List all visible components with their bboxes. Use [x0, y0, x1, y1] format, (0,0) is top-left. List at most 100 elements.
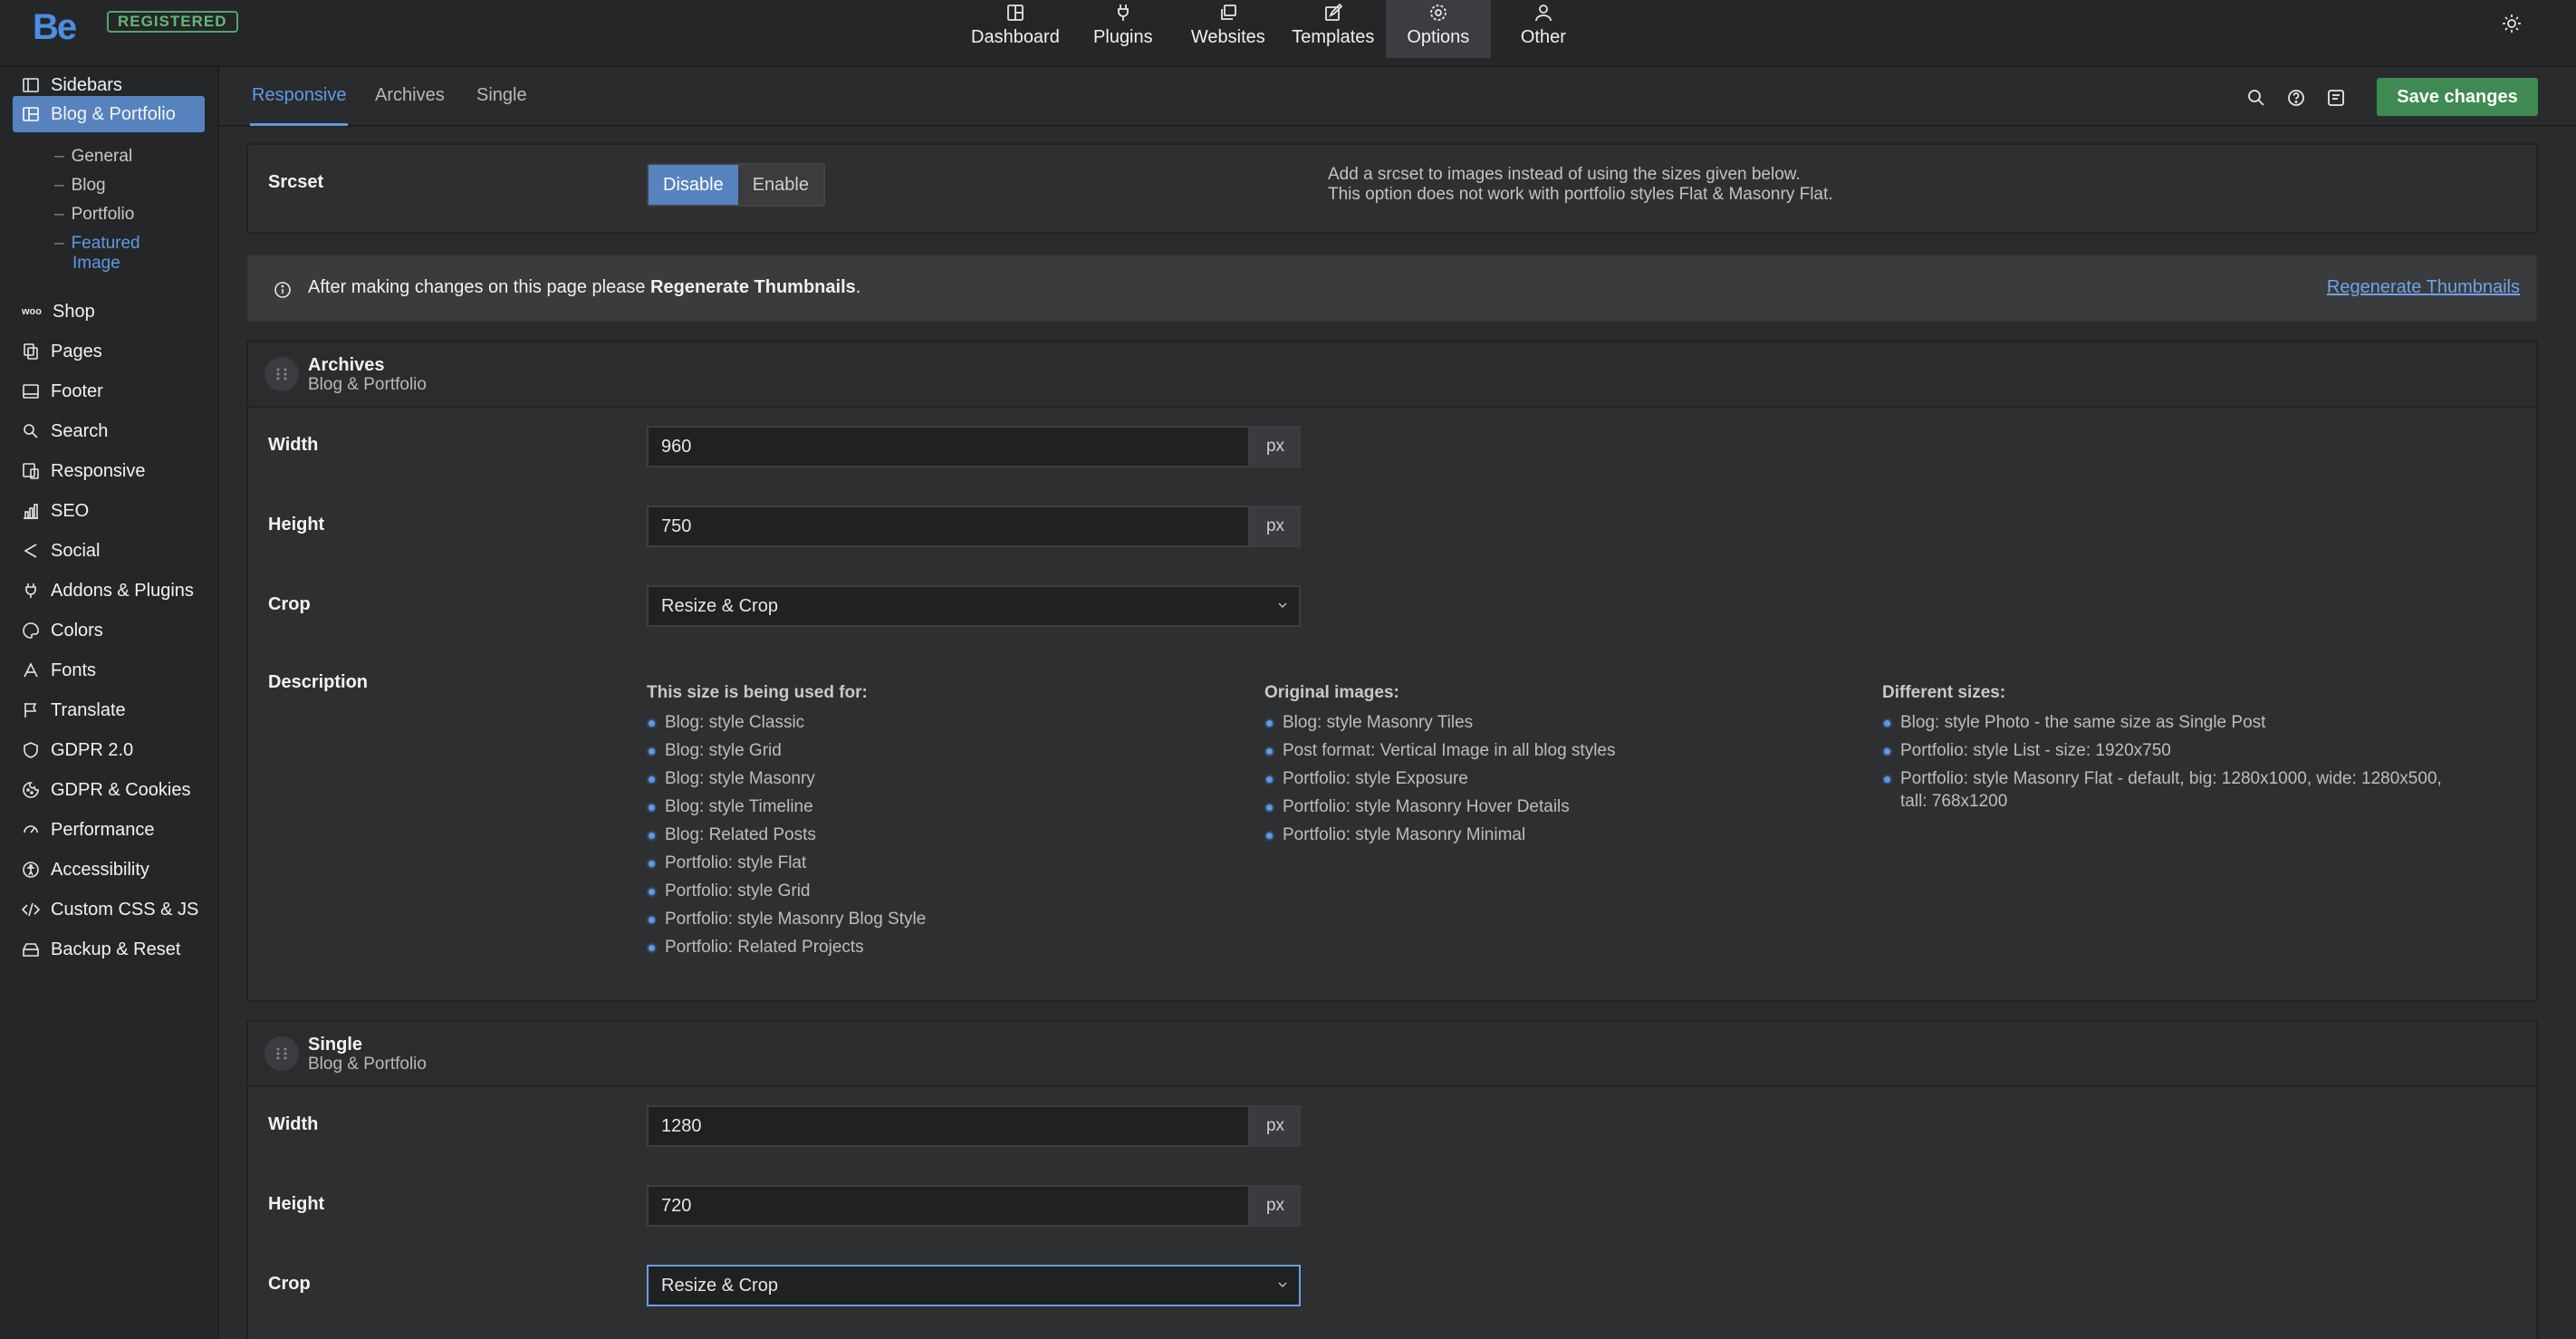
sidebar-item-label: Shop	[53, 301, 95, 322]
pages-icon	[24, 343, 38, 360]
nav-templates[interactable]: Templates	[1281, 0, 1386, 58]
desc-column-title: Different sizes:	[1882, 683, 2006, 702]
sidebar-item-blog-portfolio[interactable]: Blog & Portfolio	[13, 96, 205, 132]
save-changes-button[interactable]: Save changes	[2377, 78, 2538, 116]
sidebar-item-gdpr2[interactable]: GDPR 2.0	[13, 732, 205, 768]
single-width-input[interactable]: 1280	[647, 1105, 1250, 1147]
crop-select-value: Resize & Crop	[661, 1275, 778, 1296]
sidebar-item-translate[interactable]: Translate	[13, 692, 205, 728]
sidebar-item-pages[interactable]: Pages	[13, 333, 205, 370]
font-icon	[24, 662, 38, 678]
sidebar-item-seo[interactable]: SEO	[13, 493, 205, 529]
notes-icon[interactable]	[2326, 88, 2346, 108]
shield-icon	[24, 742, 38, 758]
chevron-down-icon	[1278, 1282, 1287, 1288]
sidebar-sub-general[interactable]: – General	[54, 147, 132, 167]
section-subtitle: Blog & Portfolio	[308, 375, 427, 394]
sidebar-item-label: Translate	[51, 699, 126, 720]
sidebar-item-label: Blog & Portfolio	[51, 103, 176, 124]
srcset-disable-option[interactable]: Disable	[649, 165, 738, 205]
archives-crop-select[interactable]: Resize & Crop	[647, 585, 1301, 627]
single-panel: Single Blog & Portfolio Width 1280 px He…	[246, 1020, 2538, 1339]
sidebar-sub-blog[interactable]: – Blog	[54, 176, 106, 196]
tab-archives[interactable]: Archives	[375, 85, 445, 106]
nav-other-label: Other	[1520, 27, 1566, 47]
srcset-enable-option[interactable]: Enable	[737, 165, 823, 205]
search-icon[interactable]	[2246, 88, 2266, 108]
sidebar-item-label: Addons & Plugins	[51, 580, 194, 601]
desc-column-title: This size is being used for:	[647, 683, 868, 702]
nav-websites-label: Websites	[1190, 27, 1265, 47]
sidebars-icon	[23, 78, 39, 92]
user-icon	[1534, 5, 1552, 22]
nav-plugins[interactable]: Plugins	[1071, 0, 1176, 58]
archives-panel: Archives Blog & Portfolio Width 960 px H…	[246, 341, 2538, 1002]
sidebar-item-gdpr-cookies[interactable]: GDPR & Cookies	[13, 772, 205, 808]
sidebar-item-label: GDPR & Cookies	[51, 779, 191, 800]
tab-single[interactable]: Single	[476, 85, 527, 106]
srcset-help-line: This option does not work with portfolio…	[1328, 185, 1833, 204]
nav-websites[interactable]: Websites	[1176, 0, 1281, 58]
notice-text-main: After making changes on this page please	[308, 277, 646, 297]
nav-dashboard[interactable]: Dashboard	[960, 0, 1071, 58]
drag-handle-icon[interactable]	[264, 357, 299, 391]
sidebar-sub-label: Blog	[71, 176, 106, 195]
single-crop-select[interactable]: Resize & Crop	[647, 1265, 1301, 1306]
sidebar-item-social[interactable]: Social	[13, 533, 205, 569]
description-label: Description	[268, 672, 369, 692]
notice-text-bold: Regenerate Thumbnails	[650, 277, 856, 297]
sidebar-item-search[interactable]: Search	[13, 413, 205, 449]
code-icon	[22, 902, 40, 917]
active-tab-indicator	[250, 123, 348, 126]
sidebar-sub-label: General	[71, 147, 133, 166]
chevron-down-icon	[1278, 602, 1287, 609]
list-item: Blog: Related Posts	[647, 821, 926, 849]
footer-icon	[23, 384, 39, 399]
sidebar-sub-portfolio[interactable]: – Portfolio	[54, 205, 134, 225]
tab-responsive[interactable]: Responsive	[252, 85, 347, 106]
desc-column-original: Original images: Blog: style Masonry Til…	[1264, 683, 1616, 849]
regenerate-thumbnails-link[interactable]: Regenerate Thumbnails	[2327, 277, 2520, 298]
height-label: Height	[268, 515, 325, 535]
list-item: Portfolio: style Flat	[647, 849, 926, 877]
sidebar-item-accessibility[interactable]: Accessibility	[13, 852, 205, 888]
sidebar-item-label: Pages	[51, 341, 102, 361]
theme-toggle-sun-icon[interactable]	[2501, 13, 2523, 34]
list-item: Blog: style Photo - the same size as Sin…	[1882, 708, 2442, 737]
crop-label: Crop	[268, 1274, 311, 1294]
sidebar-item-responsive[interactable]: Responsive	[13, 453, 205, 489]
top-nav: Dashboard Plugins Websites Templates Opt…	[960, 0, 1596, 58]
list-item: Portfolio: style Masonry Flat - default,…	[1882, 765, 2442, 813]
sidebar-item-custom-css[interactable]: Custom CSS & JS	[13, 891, 205, 928]
woo-icon: woo	[22, 306, 42, 317]
sidebar-item-fonts[interactable]: Fonts	[13, 652, 205, 689]
flag-icon	[24, 703, 37, 718]
single-height-input[interactable]: 720	[647, 1185, 1250, 1227]
drag-handle-icon[interactable]	[264, 1036, 299, 1071]
nav-other[interactable]: Other	[1491, 0, 1596, 58]
sidebar-sub-featured-image[interactable]: – Featured Image	[54, 234, 140, 274]
list-item: Portfolio: Related Projects	[647, 933, 926, 961]
sidebar-item-footer[interactable]: Footer	[13, 373, 205, 409]
sidebar: Sidebars Blog & Portfolio – General – Blog…	[0, 67, 219, 1339]
logo[interactable]: Be	[33, 7, 77, 48]
sidebar-item-shop[interactable]: woo Shop	[13, 294, 205, 330]
nav-options-label: Options	[1407, 27, 1470, 47]
sidebar-item-addons[interactable]: Addons & Plugins	[13, 573, 205, 609]
help-icon[interactable]	[2286, 88, 2306, 108]
px-unit: px	[1250, 506, 1301, 547]
sidebar-item-colors[interactable]: Colors	[13, 612, 205, 649]
options-tab-bar: Responsive Archives Single	[219, 67, 2576, 127]
archives-width-input[interactable]: 960	[647, 426, 1250, 467]
nav-options[interactable]: Options	[1385, 0, 1491, 58]
crop-select-value: Resize & Crop	[661, 595, 778, 616]
srcset-help-text: Add a srcset to images instead of using …	[1328, 165, 1833, 205]
sidebar-item-performance[interactable]: Performance	[13, 812, 205, 848]
archives-height-input[interactable]: 750	[647, 506, 1250, 547]
gear-icon	[1429, 5, 1447, 21]
sidebar-item-backup[interactable]: Backup & Reset	[13, 931, 205, 968]
info-icon	[274, 282, 291, 298]
sidebar-sub-label-line2: Image	[72, 254, 120, 273]
nav-plugins-label: Plugins	[1093, 27, 1153, 47]
list-item: Post format: Vertical Image in all blog …	[1264, 737, 1616, 765]
